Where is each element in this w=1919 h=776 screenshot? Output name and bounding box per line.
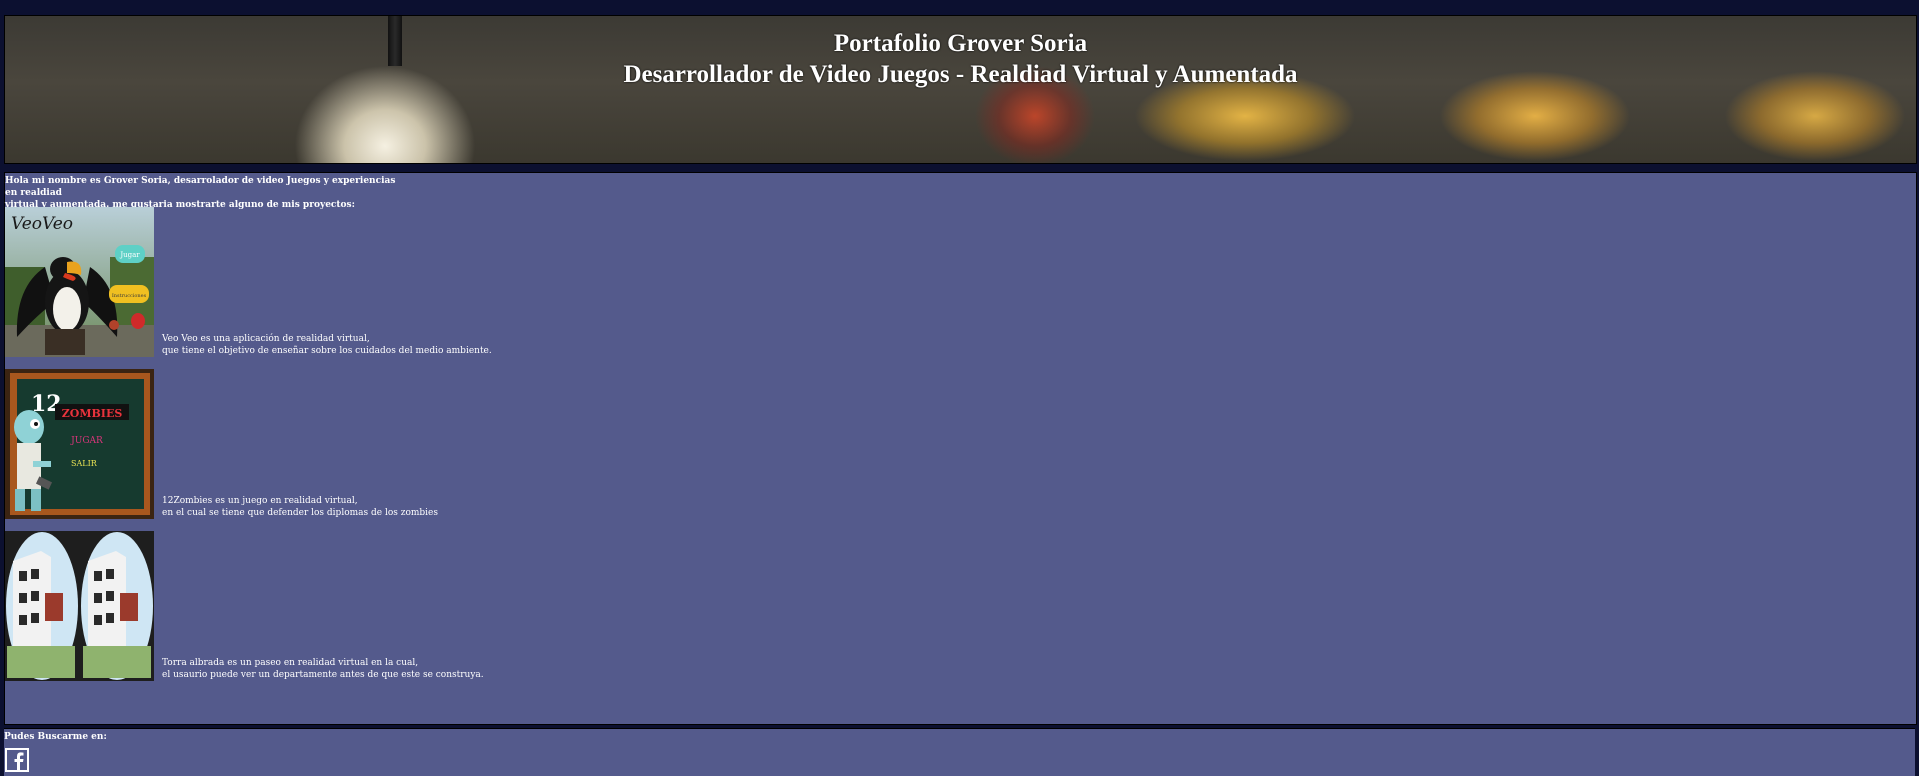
title-line-2: Desarrollador de Video Juegos - Realdiad… — [623, 61, 1298, 88]
12zombies-salir: SALIR — [71, 459, 98, 468]
veoveo-instrucciones-label: Instrucciones — [112, 293, 147, 299]
project-description: Torra albrada es un paseo en realidad vi… — [162, 657, 662, 681]
intro-line-1: Hola mi nombre es Grover Soria, desarrol… — [5, 176, 396, 198]
veoveo-logo: VeoVeo — [11, 214, 73, 234]
project-thumbnail[interactable]: 12 ZOMBIES JUGAR SALIR — [5, 369, 154, 519]
12zombies-thumbnail-image: 12 ZOMBIES JUGAR SALIR — [5, 369, 154, 519]
project-description: Veo Veo es una aplicación de realidad vi… — [162, 333, 662, 357]
12zombies-jugar: JUGAR — [70, 436, 103, 446]
main-content: Hola mi nombre es Grover Soria, desarrol… — [4, 172, 1917, 725]
project-desc-line-2: que tiene el objetivo de enseñar sobre l… — [162, 346, 492, 356]
project-desc-line-1: 12Zombies es un juego en realidad virtua… — [162, 496, 358, 506]
project-desc-line-1: Torra albrada es un paseo en realidad vi… — [162, 658, 419, 668]
title-line-1: Portafolio Grover Soria — [833, 30, 1088, 57]
page: Portafolio Grover Soria Desarrollador de… — [0, 0, 1919, 776]
footer: Pudes Buscarme en: — [4, 728, 1915, 776]
project-item: 12 ZOMBIES JUGAR SALIR 12Zombies es un j — [5, 369, 605, 519]
veoveo-thumbnail-image: VeoVeo Jugar Instrucciones — [5, 207, 154, 357]
facebook-link[interactable] — [5, 748, 29, 772]
project-description: 12Zombies es un juego en realidad virtua… — [162, 495, 662, 519]
project-thumbnail[interactable] — [5, 531, 154, 681]
page-title: Portafolio Grover Soria Desarrollador de… — [5, 28, 1916, 90]
header-banner: Portafolio Grover Soria Desarrollador de… — [4, 15, 1917, 164]
project-item: Torra albrada es un paseo en realidad vi… — [5, 531, 605, 681]
torre-albrada-thumbnail-image — [5, 531, 154, 681]
facebook-icon — [14, 752, 24, 770]
veoveo-jugar-label: Jugar — [119, 251, 140, 259]
intro-text: Hola mi nombre es Grover Soria, desarrol… — [5, 175, 405, 211]
project-item: VeoVeo Jugar Instrucciones Veo Veo es un… — [5, 207, 605, 357]
project-desc-line-2: el usaurio puede ver un departamente ant… — [162, 670, 484, 680]
project-desc-line-1: Veo Veo es una aplicación de realidad vi… — [162, 334, 370, 344]
project-desc-line-2: en el cual se tiene que defender los dip… — [162, 508, 438, 518]
12zombies-title: ZOMBIES — [62, 407, 123, 420]
social-label: Pudes Buscarme en: — [4, 732, 107, 742]
project-thumbnail[interactable]: VeoVeo Jugar Instrucciones — [5, 207, 154, 357]
